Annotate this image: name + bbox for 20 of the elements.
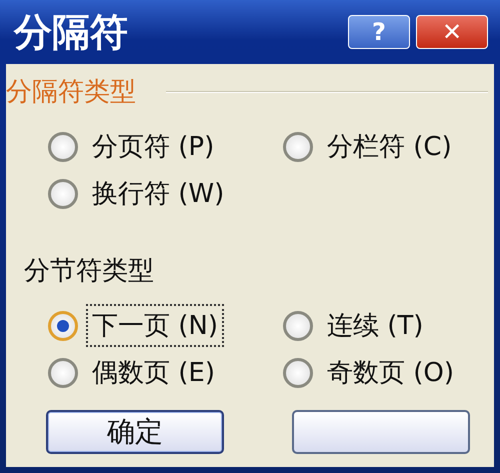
group-title: 分节符类型 bbox=[23, 255, 155, 288]
ok-button[interactable]: 确定 bbox=[46, 410, 224, 454]
radio-label[interactable]: 分页符 (P) bbox=[86, 125, 220, 168]
radio-button[interactable] bbox=[48, 132, 78, 162]
radio-label[interactable]: 偶数页 (E) bbox=[86, 351, 221, 394]
window-title: 分隔符 bbox=[12, 8, 128, 56]
radio-label[interactable]: 分栏符 (C) bbox=[321, 125, 458, 168]
radio-label[interactable]: 奇数页 (O) bbox=[321, 351, 460, 394]
group-title: 分隔符类型 bbox=[6, 76, 136, 109]
radio-label[interactable]: 下一页 (N) bbox=[86, 304, 224, 347]
radio-button[interactable] bbox=[48, 310, 78, 340]
radio-button[interactable] bbox=[283, 310, 313, 340]
radio-button[interactable] bbox=[283, 358, 313, 388]
radio-label[interactable]: 连续 (T) bbox=[321, 304, 430, 347]
radio-button[interactable] bbox=[48, 178, 78, 208]
radio-label[interactable]: 换行符 (W) bbox=[86, 172, 230, 215]
radio-button[interactable] bbox=[283, 132, 313, 162]
close-button[interactable]: ✕ bbox=[416, 15, 488, 49]
cancel-button[interactable] bbox=[292, 410, 470, 454]
radio-button[interactable] bbox=[48, 358, 78, 388]
